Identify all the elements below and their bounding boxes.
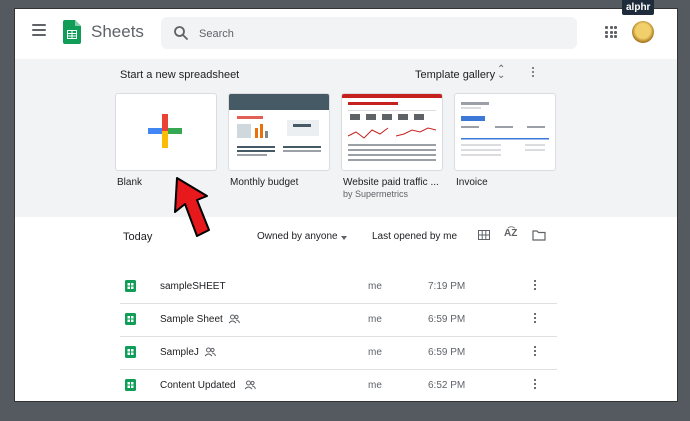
file-last-opened: 6:52 PM [428, 380, 466, 391]
more-options-icon[interactable] [534, 346, 537, 358]
template-section: Start a new spreadsheet Template gallery… [15, 59, 677, 217]
file-last-opened: 6:59 PM [428, 314, 466, 325]
invoice-thumbnail [461, 102, 549, 156]
file-name[interactable]: Sample Sheet [160, 314, 223, 325]
sort-by-button[interactable]: Last opened by me [372, 231, 457, 242]
file-owner: me [368, 314, 382, 325]
recent-files-section: Today Owned by anyone Last opened by me … [15, 217, 677, 401]
template-section-heading: Start a new spreadsheet [120, 69, 240, 81]
grid-view-icon[interactable] [478, 230, 490, 240]
template-card-website-paid-traffic[interactable] [341, 93, 443, 171]
search-input[interactable] [197, 23, 561, 45]
alphr-watermark-logo: alphr [622, 0, 655, 15]
website-traffic-thumbnail [342, 94, 442, 161]
search-icon[interactable] [173, 25, 189, 41]
folder-icon[interactable] [532, 230, 546, 241]
file-row[interactable]: SampleJ me 6:59 PM [120, 336, 557, 370]
top-bar: Sheets [15, 9, 677, 60]
shared-people-icon [244, 380, 256, 390]
more-options-icon[interactable] [534, 313, 537, 325]
more-options-icon[interactable] [534, 280, 537, 292]
date-group-heading: Today [123, 231, 153, 243]
caret-down-icon[interactable] [341, 236, 347, 240]
file-row[interactable]: Content Updated me 6:52 PM [120, 369, 557, 401]
google-apps-icon[interactable] [605, 26, 617, 38]
app-title[interactable]: Sheets [91, 22, 144, 42]
file-owner: me [368, 347, 382, 358]
file-name[interactable]: sampleSHEET [160, 281, 226, 292]
file-row[interactable]: Sample Sheet me 6:59 PM [120, 303, 557, 337]
more-options-icon[interactable] [534, 379, 537, 391]
shared-people-icon [204, 347, 216, 357]
shared-people-icon [228, 314, 240, 324]
template-label-monthly-budget[interactable]: Monthly budget [230, 177, 298, 188]
template-gallery-button[interactable]: Template gallery [415, 69, 495, 81]
expand-collapse-icon[interactable]: ⌃ ⌄ [497, 65, 505, 81]
sheets-file-icon [125, 313, 136, 325]
template-more-options-icon[interactable] [532, 67, 535, 79]
sort-az-icon[interactable]: A͡Z [504, 228, 517, 239]
account-avatar[interactable] [632, 21, 654, 43]
file-last-opened: 7:19 PM [428, 281, 466, 292]
file-owner: me [368, 281, 382, 292]
sheets-home-window: Sheets Start a new spreadsheet Template … [14, 8, 678, 402]
owner-filter-dropdown[interactable]: Owned by anyone [257, 231, 338, 242]
file-last-opened: 6:59 PM [428, 347, 466, 358]
template-card-invoice[interactable] [454, 93, 556, 171]
file-owner: me [368, 380, 382, 391]
file-row[interactable]: sampleSHEET me 7:19 PM [120, 270, 557, 304]
sheets-file-icon [125, 379, 136, 391]
template-card-monthly-budget[interactable] [228, 93, 330, 171]
template-card-blank[interactable] [115, 93, 217, 171]
template-label-invoice[interactable]: Invoice [456, 177, 488, 188]
sheets-file-icon [125, 346, 136, 358]
annotation-arrow-icon [174, 177, 210, 237]
main-menu-icon[interactable] [32, 24, 46, 36]
sheets-file-icon [125, 280, 136, 292]
template-label-website-paid-traffic[interactable]: Website paid traffic ... [343, 177, 439, 188]
file-name[interactable]: SampleJ [160, 347, 199, 358]
file-name[interactable]: Content Updated [160, 380, 236, 391]
search-bar[interactable] [161, 17, 577, 49]
monthly-budget-thumbnail [229, 94, 329, 156]
template-label-blank[interactable]: Blank [117, 177, 142, 188]
plus-icon [148, 114, 182, 148]
sheets-logo-icon[interactable] [63, 20, 81, 44]
template-author-label: by Supermetrics [343, 189, 409, 199]
